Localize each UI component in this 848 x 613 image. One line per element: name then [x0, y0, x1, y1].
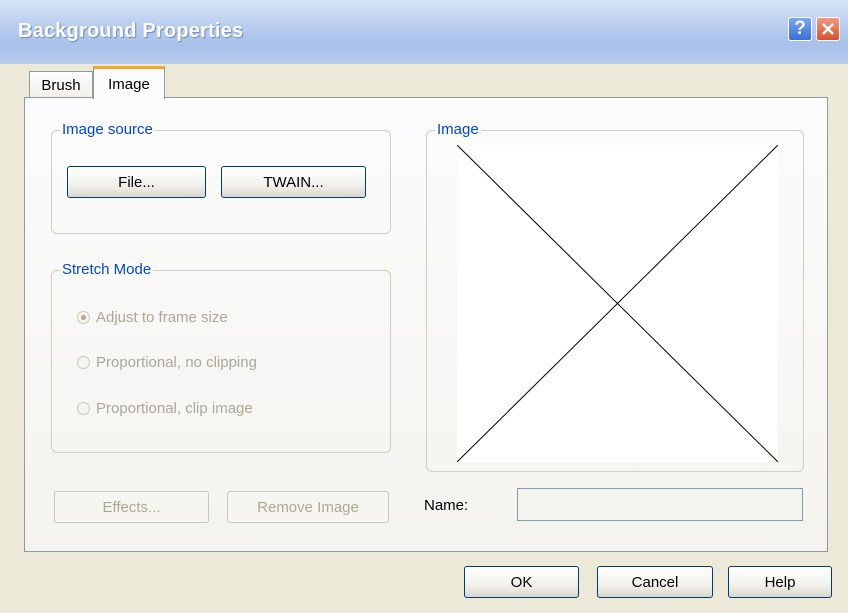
close-title-button[interactable] — [816, 17, 840, 41]
radio-label: Proportional, no clipping — [96, 354, 257, 371]
radio-unselected — [77, 402, 90, 415]
radio-adjust-frame[interactable]: Adjust to frame size — [77, 309, 228, 326]
window-title: Background Properties — [18, 20, 244, 42]
effects-button[interactable]: Effects... — [54, 491, 209, 523]
name-field[interactable] — [517, 488, 803, 521]
help-button[interactable]: Help — [728, 566, 832, 598]
file-button[interactable]: File... — [67, 166, 206, 198]
radio-proportional-clip[interactable]: Proportional, clip image — [77, 400, 253, 417]
remove-image-button[interactable]: Remove Image — [227, 491, 389, 523]
stretch-mode-label: Stretch Mode — [60, 261, 154, 278]
help-title-button[interactable]: ? — [788, 17, 812, 41]
title-bar: Background Properties ? — [0, 0, 848, 64]
radio-label: Adjust to frame size — [96, 309, 228, 326]
radio-selected — [77, 311, 90, 324]
ok-button[interactable]: OK — [464, 566, 579, 598]
question-mark-icon: ? — [794, 18, 806, 39]
image-source-label: Image source — [60, 121, 155, 138]
cancel-button[interactable]: Cancel — [597, 566, 713, 598]
radio-proportional-no-clip[interactable]: Proportional, no clipping — [77, 354, 257, 371]
name-label: Name: — [424, 497, 469, 514]
tab-brush[interactable]: Brush — [29, 71, 93, 98]
empty-image-cross — [456, 144, 779, 463]
image-preview — [456, 144, 779, 463]
radio-label: Proportional, clip image — [96, 400, 253, 417]
twain-button[interactable]: TWAIN... — [221, 166, 366, 198]
tab-image[interactable]: Image — [93, 66, 165, 99]
image-group-label: Image — [435, 121, 481, 138]
close-icon — [822, 23, 834, 35]
radio-unselected — [77, 356, 90, 369]
